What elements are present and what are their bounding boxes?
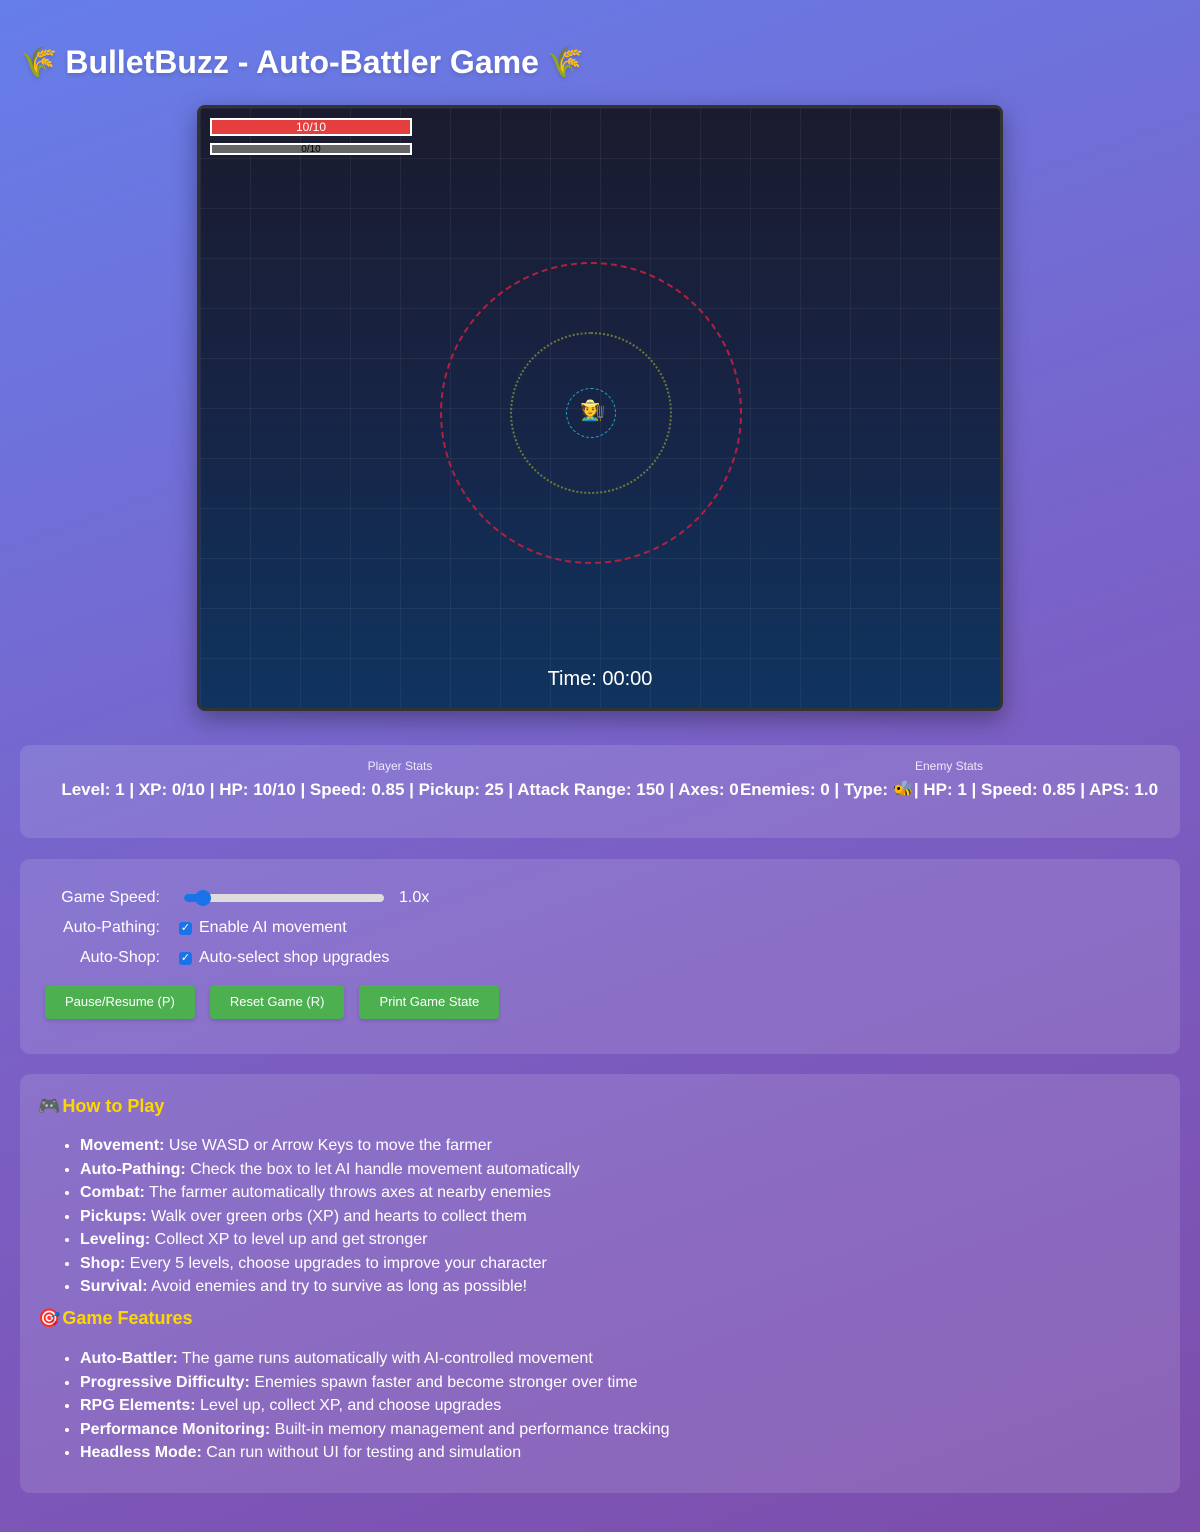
pause-resume-button[interactable]: Pause/Resume (P) xyxy=(45,985,195,1019)
target-icon: 🎯 xyxy=(38,1308,61,1328)
shop-checkbox[interactable]: ✓ xyxy=(179,951,192,965)
shop-checkbox-label[interactable]: Auto-select shop upgrades xyxy=(199,949,389,967)
enemy-stats-suffix: | HP: 1 | Speed: 0.85 | APS: 1.0 xyxy=(913,780,1159,799)
info-panel: 🎮 How to Play Movement: Use WASD or Arro… xyxy=(20,1074,1180,1493)
list-item: Combat: The farmer automatically throws … xyxy=(80,1181,580,1205)
game-canvas[interactable]: 10/10 0/10 🧑‍🌾 Time: 00:00 xyxy=(197,105,1003,711)
list-item: Auto-Battler: The game runs automaticall… xyxy=(80,1347,670,1371)
shop-row: Auto-Shop: ✓ Auto-select shop upgrades xyxy=(20,949,389,967)
farmer-icon: 🧑‍🌾 xyxy=(580,400,605,422)
pathing-checkbox-label[interactable]: Enable AI movement xyxy=(199,919,347,937)
list-item: Pickups: Walk over green orbs (XP) and h… xyxy=(80,1205,580,1229)
list-item: Shop: Every 5 levels, choose upgrades to… xyxy=(80,1252,580,1276)
list-item: Progressive Difficulty: Enemies spawn fa… xyxy=(80,1371,670,1395)
list-item: Performance Monitoring: Built-in memory … xyxy=(80,1418,670,1442)
speed-row: Game Speed: 1.0x xyxy=(20,889,429,907)
list-item: Survival: Avoid enemies and try to survi… xyxy=(80,1275,580,1299)
wheat-icon: 🌾 xyxy=(20,46,58,79)
player-stats-value: Level: 1 | XP: 0/10 | HP: 10/10 | Speed:… xyxy=(61,780,739,799)
pathing-row: Auto-Pathing: ✓ Enable AI movement xyxy=(20,919,347,937)
title-text: BulletBuzz - Auto-Battler Game xyxy=(65,44,539,80)
speed-slider-thumb[interactable] xyxy=(195,890,212,906)
enemy-stats-label: Enemy Stats xyxy=(914,759,984,773)
stats-panel: Player Stats Level: 1 | XP: 0/10 | HP: 1… xyxy=(20,745,1180,838)
features-title: Game Features xyxy=(62,1308,193,1328)
speed-label: Game Speed: xyxy=(61,889,160,906)
gamepad-icon: 🎮 xyxy=(38,1096,61,1116)
how-to-play-heading: 🎮 How to Play xyxy=(38,1096,164,1117)
how-to-play-list: Movement: Use WASD or Arrow Keys to move… xyxy=(80,1134,580,1299)
list-item: RPG Elements: Level up, collect XP, and … xyxy=(80,1394,670,1418)
game-timer: Time: 00:00 xyxy=(547,668,653,690)
list-item: Leveling: Collect XP to level up and get… xyxy=(80,1228,580,1252)
bee-icon: 🐝 xyxy=(892,780,914,799)
wheat-icon: 🌾 xyxy=(546,46,585,79)
xp-bar: 0/10 xyxy=(210,143,412,155)
list-item: Headless Mode: Can run without UI for te… xyxy=(80,1441,670,1465)
shop-label: Auto-Shop: xyxy=(79,949,160,966)
button-group: Pause/Resume (P) Reset Game (R) Print Ga… xyxy=(45,985,500,1019)
pathing-label: Auto-Pathing: xyxy=(63,919,160,936)
speed-value: 1.0x xyxy=(399,889,430,906)
controls-panel: Game Speed: 1.0x Auto-Pathing: ✓ Enable … xyxy=(20,859,1180,1054)
page-title: 🌾 BulletBuzz - Auto-Battler Game 🌾 xyxy=(20,44,584,81)
features-list: Auto-Battler: The game runs automaticall… xyxy=(80,1347,670,1465)
player-stats-label: Player Stats xyxy=(367,759,433,773)
reset-game-button[interactable]: Reset Game (R) xyxy=(209,985,345,1019)
list-item: Auto-Pathing: Check the box to let AI ha… xyxy=(80,1158,580,1182)
speed-slider[interactable] xyxy=(184,890,384,906)
pathing-checkbox[interactable]: ✓ xyxy=(179,921,192,935)
player-stats: Player Stats Level: 1 | XP: 0/10 | HP: 1… xyxy=(50,759,750,800)
list-item: Movement: Use WASD or Arrow Keys to move… xyxy=(80,1134,580,1158)
enemy-stats-value: Enemies: 0 | Type: 🐝| HP: 1 | Speed: 0.8… xyxy=(736,779,1162,800)
enemy-stats-prefix: Enemies: 0 | Type: xyxy=(739,780,893,799)
how-to-play-title: How to Play xyxy=(62,1096,165,1116)
enemy-stats: Enemy Stats Enemies: 0 | Type: 🐝| HP: 1 … xyxy=(736,759,1162,800)
print-state-button[interactable]: Print Game State xyxy=(359,985,500,1019)
hp-bar: 10/10 xyxy=(210,118,412,136)
features-heading: 🎯 Game Features xyxy=(38,1308,192,1329)
